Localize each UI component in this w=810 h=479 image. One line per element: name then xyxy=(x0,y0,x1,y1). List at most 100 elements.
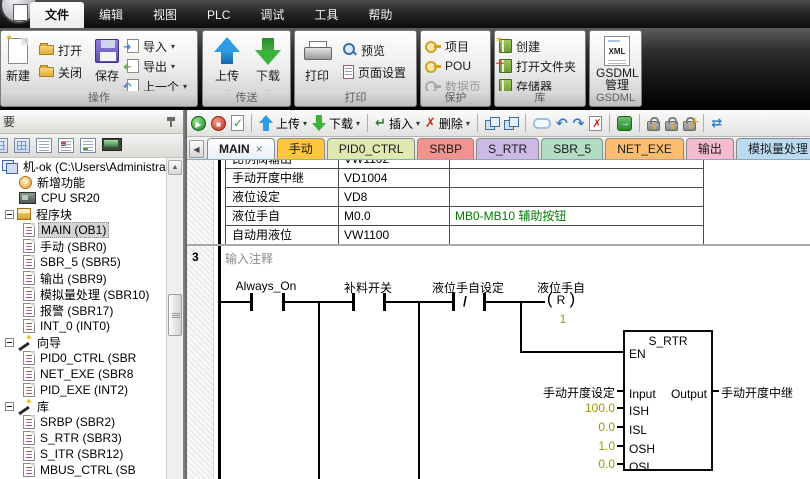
clear-page-button[interactable] xyxy=(589,116,602,131)
open-button[interactable]: 打开 xyxy=(39,41,82,59)
page-setup-button[interactable]: 页面设置 xyxy=(343,63,406,81)
scroll-thumb[interactable] xyxy=(168,294,182,336)
close-button[interactable]: 关闭 xyxy=(39,63,82,81)
upload-button[interactable]: 上传 xyxy=(207,35,247,98)
indent-button[interactable]: ⇄ xyxy=(711,115,722,131)
menu-tab-file[interactable]: 文件 xyxy=(30,2,84,28)
insert-button[interactable]: ↵ 插入 xyxy=(375,115,420,132)
upload-toolbar-button[interactable]: 上传 xyxy=(259,115,307,132)
add-lock-button[interactable]: ＋ xyxy=(683,115,696,131)
tab-analog[interactable]: 模拟量处理 xyxy=(736,138,810,159)
tree-item-wizard[interactable]: 向导 xyxy=(0,334,166,350)
protect-project-button[interactable]: 项目 xyxy=(425,37,469,55)
contact-label[interactable]: 液位手自设定 xyxy=(432,279,504,296)
run-button[interactable]: ▶ xyxy=(191,116,206,131)
symbol-table-icon[interactable] xyxy=(14,138,30,153)
tree-item-whats-new[interactable]: 新增功能 xyxy=(0,174,166,190)
param-ish-value[interactable]: 100.0 xyxy=(467,401,615,415)
menu-tab-view[interactable]: 视图 xyxy=(138,2,192,28)
status-chart-icon[interactable] xyxy=(36,138,52,153)
tab-sbr-5[interactable]: SBR_5 xyxy=(541,138,603,159)
param-output-value[interactable]: 手动开度中继 xyxy=(721,384,793,401)
collapse-expander[interactable] xyxy=(5,402,14,411)
tab-manual[interactable]: 手动 xyxy=(277,138,325,159)
preview-button[interactable]: 预览 xyxy=(343,41,385,59)
go-to-button[interactable]: → xyxy=(617,116,632,131)
tree-item-net-exe[interactable]: NET_EXE (SBR8 xyxy=(0,366,166,382)
protect-pou-button[interactable]: POU xyxy=(425,57,471,75)
library-open-folder-button[interactable]: ＋打开文件夹 xyxy=(499,57,576,75)
new-button[interactable]: 新建 xyxy=(0,35,38,84)
tab-scroll-left-button[interactable] xyxy=(189,140,204,158)
tree-item-sbr9[interactable]: 输出 (SBR9) xyxy=(0,270,166,286)
tree-item-pid0-ctrl[interactable]: PID0_CTRL (SBR xyxy=(0,350,166,366)
tab-pid0-ctrl[interactable]: PID0_CTRL xyxy=(327,138,416,159)
collapse-expander[interactable] xyxy=(5,210,14,219)
undo-button[interactable]: ↶ xyxy=(556,116,568,130)
tree-item-main-ob1[interactable]: MAIN (OB1) xyxy=(0,222,166,238)
lock-button[interactable] xyxy=(647,115,660,131)
param-input-value[interactable]: 手动开度设定 xyxy=(467,384,615,401)
library-create-button[interactable]: ✶创建 xyxy=(499,37,540,55)
tab-srbp[interactable]: SRBP xyxy=(417,138,474,159)
collapse-expander[interactable] xyxy=(5,338,14,347)
menu-tab-tools[interactable]: 工具 xyxy=(299,2,353,28)
table-row[interactable]: 液位手自M0.0MB0-MB10 辅助按钮 xyxy=(226,207,703,226)
network-comment[interactable]: 输入注释 xyxy=(225,250,273,267)
param-isl-value[interactable]: 0.0 xyxy=(467,420,615,434)
delete-button[interactable]: ✗ 删除 xyxy=(425,115,470,132)
menu-tab-edit[interactable]: 编辑 xyxy=(84,2,138,28)
data-block-icon[interactable] xyxy=(58,138,74,153)
pou-block-alt-button[interactable] xyxy=(504,117,518,130)
table-row[interactable]: 自动用液位VW1100 xyxy=(226,226,703,245)
communication-icon[interactable] xyxy=(102,138,120,153)
tab-main[interactable]: MAIN xyxy=(207,138,275,160)
unlock-button[interactable] xyxy=(665,115,678,131)
tree-item-sbr5[interactable]: SBR_5 (SBR5) xyxy=(0,254,166,270)
table-row[interactable]: 比例阀输出VW1102 xyxy=(226,160,703,169)
menu-tab-debug[interactable]: 调试 xyxy=(245,2,299,28)
function-block[interactable]: S_RTR EN Input ISH ISL OSH OSL Output xyxy=(623,330,713,471)
pou-block-button[interactable] xyxy=(485,117,499,130)
tree-item-srbp[interactable]: SRBP (SBR2) xyxy=(0,414,166,430)
table-row[interactable]: 手动开度中继VD1004 xyxy=(226,169,703,188)
print-button[interactable]: 打印 xyxy=(297,35,337,84)
scroll-up-arrow[interactable] xyxy=(168,160,182,175)
tab-output[interactable]: 输出 xyxy=(686,138,734,159)
export-button[interactable]: 导出 xyxy=(127,57,175,75)
menu-tab-help[interactable]: 帮助 xyxy=(353,2,407,28)
coil-operand[interactable]: 1 xyxy=(560,312,567,326)
menu-tab-plc[interactable]: PLC xyxy=(192,2,245,28)
table-row[interactable]: 液位设定VD8 xyxy=(226,188,703,207)
param-osl-value[interactable]: 0.0 xyxy=(467,457,615,471)
tab-s-rtr[interactable]: S_RTR xyxy=(476,138,539,159)
gsdml-manage-button[interactable]: XML GSDML 管理 xyxy=(596,35,638,91)
tree-item-library[interactable]: 库 xyxy=(0,398,166,414)
ladder-editor-canvas[interactable]: 比例阀输出VW1102 手动开度中继VD1004 液位设定VD8 液位手自M0.… xyxy=(187,160,810,479)
compile-button[interactable] xyxy=(231,115,244,131)
tree-item-cpu[interactable]: CPU SR20 xyxy=(0,190,166,206)
pin-icon[interactable] xyxy=(167,117,175,127)
tree-item-program-block[interactable]: 程序块 xyxy=(0,206,166,222)
redo-button[interactable]: ↷ xyxy=(573,116,585,130)
download-toolbar-button[interactable]: 下载 xyxy=(312,115,360,132)
tree-scrollbar[interactable] xyxy=(166,158,183,479)
tree-item-s-rtr[interactable]: S_RTR (SBR3) xyxy=(0,430,166,446)
reset-coil[interactable]: R xyxy=(531,289,591,309)
contact-label[interactable]: Always_On xyxy=(236,279,297,293)
tree-item-sbr17[interactable]: 报警 (SBR17) xyxy=(0,302,166,318)
download-button[interactable]: 下载 xyxy=(248,35,288,98)
tree-item-sbr10[interactable]: 模拟量处理 (SBR10) xyxy=(0,286,166,302)
box-select-button[interactable] xyxy=(533,118,551,129)
stop-button[interactable]: ■ xyxy=(211,116,226,131)
tab-net-exe[interactable]: NET_EXE xyxy=(605,138,684,159)
tree-item-mbus-ctrl[interactable]: MBUS_CTRL (SB xyxy=(0,462,166,478)
tree-item-sbr0[interactable]: 手动 (SBR0) xyxy=(0,238,166,254)
save-button[interactable]: 保存 xyxy=(87,35,127,98)
view-icon[interactable] xyxy=(0,138,8,153)
param-osh-value[interactable]: 1.0 xyxy=(467,439,615,453)
tree-item-s-itr[interactable]: S_ITR (SBR12) xyxy=(0,446,166,462)
close-tab-icon[interactable] xyxy=(256,142,263,156)
import-button[interactable]: 导入 xyxy=(127,37,175,55)
cross-reference-icon[interactable] xyxy=(80,138,96,153)
